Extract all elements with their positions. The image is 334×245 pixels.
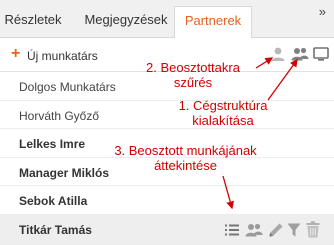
annotation-2-line1: 2. Beosztottakra [146,60,240,75]
person-name: Titkár Tamás [19,222,92,237]
annotation-1-line1: 1. Cégstruktúra [178,98,268,113]
list-icon[interactable] [224,222,240,238]
list-item[interactable]: Sebok Atilla [0,186,334,215]
trash-icon[interactable] [306,220,320,238]
annotation-3-line2: áttekintése [154,158,217,173]
list-item-selected[interactable]: Titkár Tamás [0,214,334,245]
monitor-icon[interactable] [313,46,329,62]
partners-panel: Részletek Megjegyzések Partnerek » + Új … [0,0,334,245]
plus-icon[interactable]: + [11,46,20,62]
more-tabs-icon[interactable]: » [319,4,326,19]
list-item[interactable]: Horváth Győző [0,101,334,129]
users-icon[interactable] [245,222,263,238]
person-name: Horváth Győző [19,108,100,123]
annotation-1-line2: kialakítása [192,113,254,128]
tab-notes[interactable]: Megjegyzések [78,6,174,38]
annotation-2-line2: szűrés [173,75,213,90]
person-name: Manager Miklós [19,165,110,180]
person-name: Lelkes Imre [19,137,86,151]
filter-icon[interactable] [287,222,301,238]
annotation-3-line1: 3. Beosztott munkájának [114,143,257,158]
new-employee-button[interactable]: Új munkatárs [27,49,98,63]
users-icon[interactable] [291,46,309,62]
tab-partners[interactable]: Partnerek [174,6,252,39]
annotation-2: 2. Beosztottakra szűrés [128,60,258,90]
tab-details[interactable]: Részletek [0,6,66,38]
user-icon[interactable] [270,46,286,62]
annotation-1: 1. Cégstruktúra kialakítása [168,98,278,128]
annotation-3: 3. Beosztott munkájának áttekintése [98,143,273,173]
pencil-icon[interactable] [268,222,284,238]
person-name: Dolgos Munkatárs [19,80,116,94]
person-name: Sebok Atilla [19,194,88,208]
tab-bar: Részletek Megjegyzések Partnerek » [0,0,334,39]
